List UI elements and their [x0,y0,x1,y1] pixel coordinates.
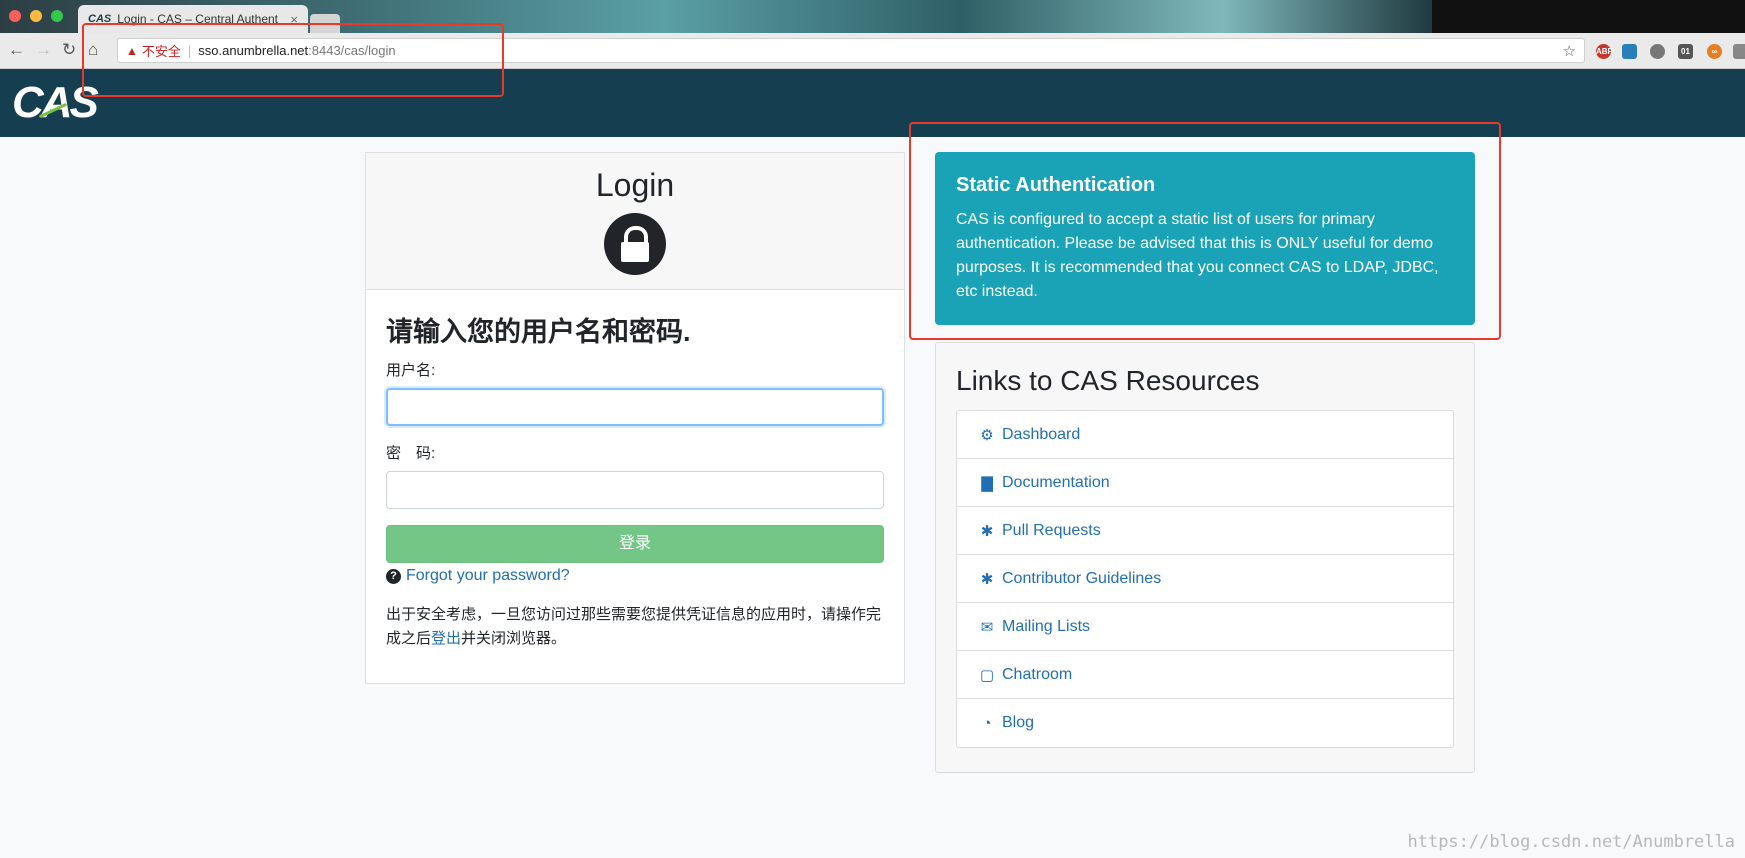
resources-card: Links to CAS Resources ⚙ Dashboard ▇ Doc… [935,342,1475,773]
forgot-password-link[interactable]: Forgot your password? [406,567,570,585]
window-close-button[interactable] [9,10,21,22]
login-title: Login [595,167,675,203]
resource-link-label: Documentation [1002,473,1110,491]
resource-link-label: Pull Requests [1002,521,1101,539]
forgot-password-row: ? Forgot your password? [386,567,884,585]
resource-link-pull-requests[interactable]: ✱ Pull Requests [957,507,1453,555]
resource-link-blog[interactable]: ◔ Blog [957,699,1453,747]
resource-link-dashboard[interactable]: ⚙ Dashboard [957,411,1453,459]
resource-link-label: Chatroom [1002,665,1073,683]
extension-icon[interactable] [1733,44,1745,59]
file-icon: ▇ [981,474,993,492]
reload-icon[interactable]: ↻ [62,40,76,60]
resource-link-label: Dashboard [1002,425,1081,443]
resource-link-mailing-lists[interactable]: ✉ Mailing Lists [957,603,1453,651]
login-submit-button[interactable]: 登录 [386,525,884,563]
window-zoom-button[interactable] [51,10,63,22]
password-input[interactable] [386,471,884,509]
login-form: 请输入您的用户名和密码. 用户名: 密 码: 登录 ? Forgot your … [366,310,904,651]
annotation-box-url [82,23,504,97]
resource-link-label: Blog [1002,714,1035,731]
bug-icon: ✱ [980,570,994,588]
star-icon[interactable]: ☆ [1563,42,1576,60]
comment-icon: ▢ [979,666,995,684]
resource-link-chatroom[interactable]: ▢ Chatroom [957,651,1453,699]
window-minimize-button[interactable] [30,10,42,22]
arrow-right-icon[interactable]: → [35,40,52,60]
shield-extension-icon[interactable] [1622,44,1637,59]
login-heading: 请输入您的用户名和密码. [386,317,691,347]
binary-extension-icon[interactable]: 01 [1678,44,1693,59]
cogs-icon: ⚙ [980,426,994,444]
username-label: 用户名: [386,362,436,379]
circle-extension-icon[interactable] [1650,44,1665,59]
envelope-icon: ✉ [980,618,994,636]
lock-icon [604,213,666,275]
resource-link-documentation[interactable]: ▇ Documentation [957,459,1453,507]
logout-link[interactable]: 登出 [431,630,461,647]
arrow-left-icon[interactable]: ← [8,40,25,60]
watermark: https://blog.csdn.net/Anumbrella [1407,832,1735,852]
resources-list: ⚙ Dashboard ▇ Documentation ✱ Pull Reque… [956,410,1454,748]
tab-strip-dark-area [1432,0,1745,33]
adblock-extension-icon[interactable]: ABP [1596,44,1613,59]
question-circle-icon: ? [386,568,401,584]
annotation-box-alert [909,122,1501,340]
notice-text-after: 并关闭浏览器。 [461,630,567,647]
login-card-header: Login [366,153,904,290]
login-card: Login 请输入您的用户名和密码. 用户名: 密 码: 登录 ? Forgot… [365,152,905,684]
resources-title: Links to CAS Resources [956,365,1260,396]
bug-icon: ✱ [980,522,994,540]
security-notice: 出于安全考虑，一旦您访问过那些需要您提供凭证信息的应用时，请操作完成之后登出并关… [386,603,886,651]
infinity-extension-icon[interactable]: ∞ [1707,44,1722,59]
resource-link-label: Contributor Guidelines [1002,569,1162,587]
resource-link-label: Mailing Lists [1002,617,1091,635]
username-input[interactable] [386,388,884,426]
password-label: 密 码: [386,445,436,462]
rss-icon: ◔ [982,714,992,732]
resource-link-contributor-guidelines[interactable]: ✱ Contributor Guidelines [957,555,1453,603]
